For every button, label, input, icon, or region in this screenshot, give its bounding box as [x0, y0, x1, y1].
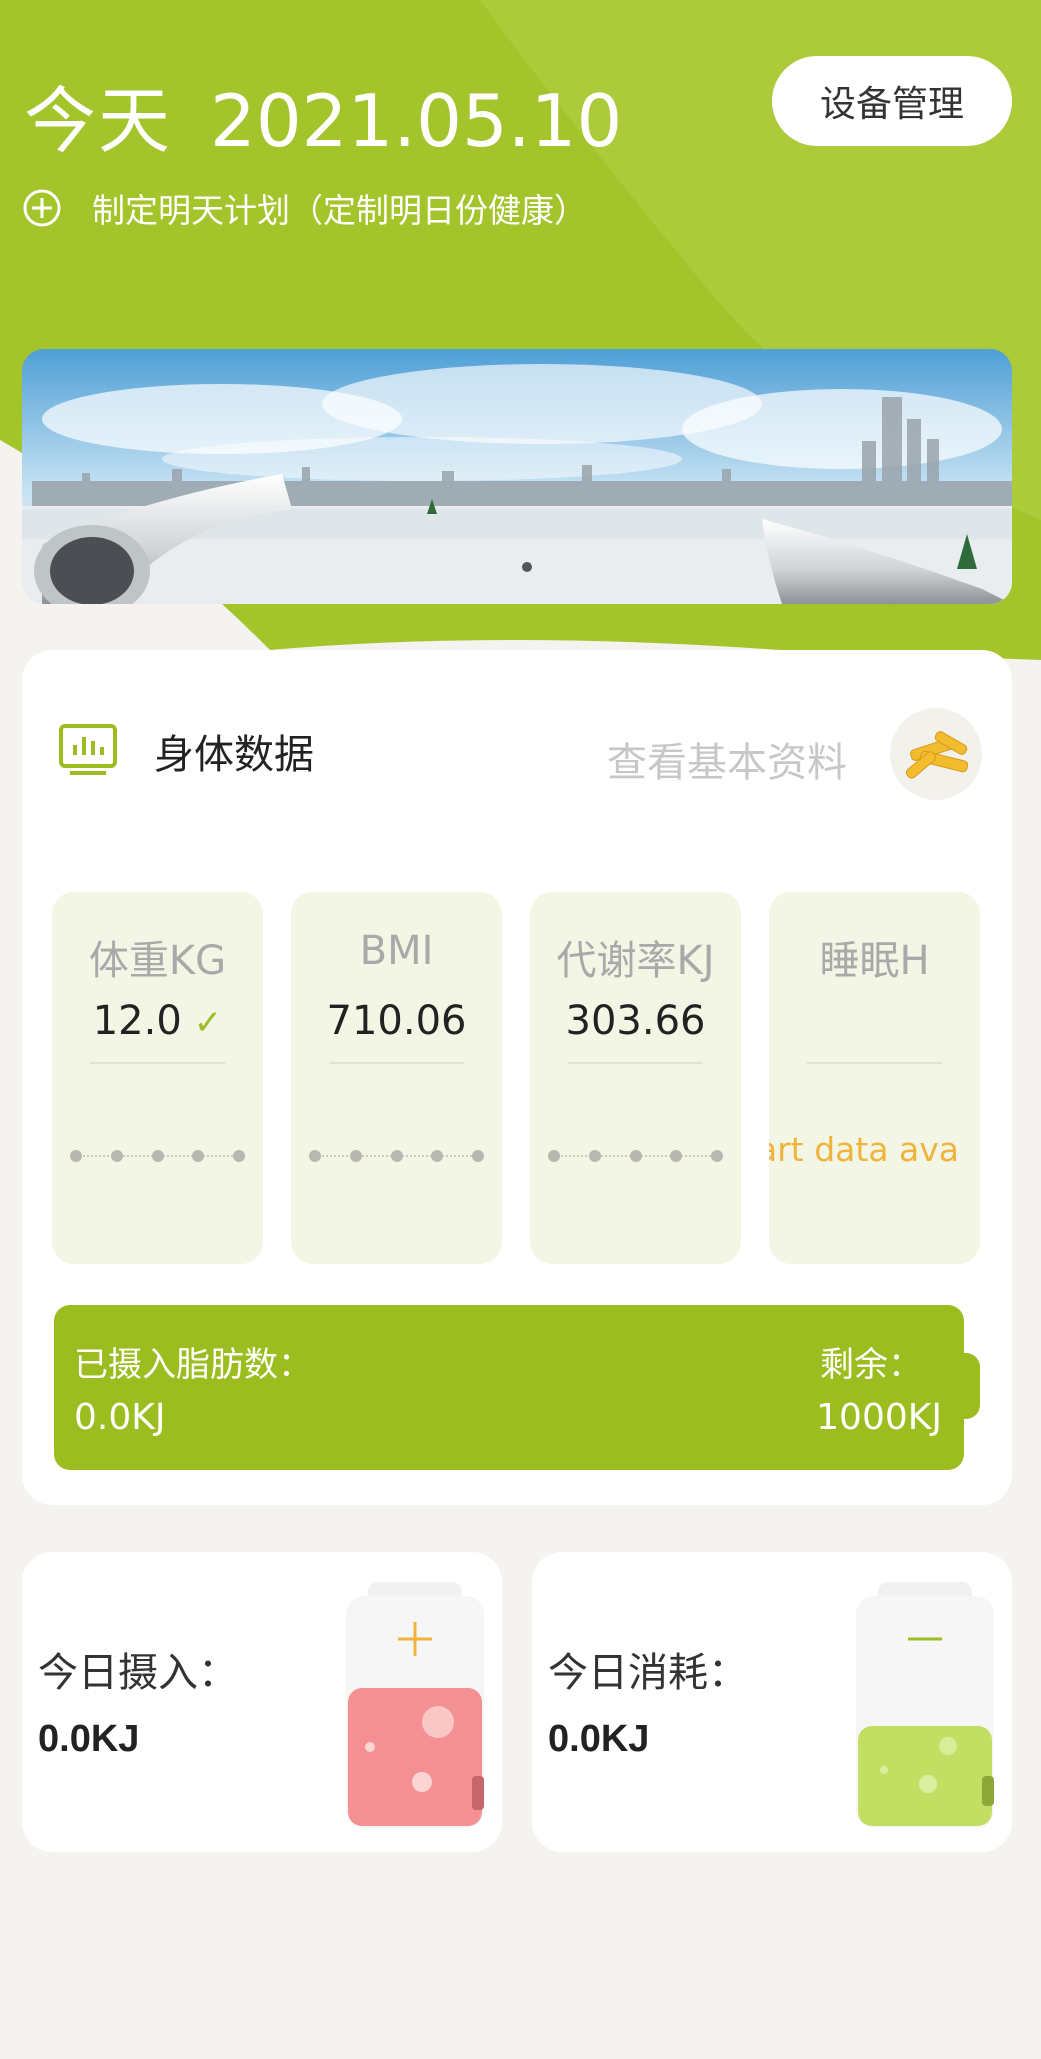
divider [90, 1062, 225, 1064]
trend-dot [233, 1150, 245, 1162]
body-data-header: 身体数据 [58, 722, 314, 780]
trend-dot [472, 1150, 484, 1162]
chart-icon [59, 724, 117, 775]
metric-label: BMI [359, 928, 434, 974]
banner-image [22, 349, 1012, 604]
metric-weight[interactable]: 体重KG 12.0 ✓ [52, 892, 263, 1264]
intake-value: 0.0KJ [38, 1718, 140, 1760]
intake-battery-icon [346, 1582, 484, 1828]
avatar-image [905, 731, 969, 779]
fat-label: 已摄入脂肪数： [74, 1345, 312, 1385]
date-header: 今天 2021.05.10 [24, 62, 622, 167]
trend-dot [70, 1150, 82, 1162]
banner-carousel[interactable] [22, 349, 1012, 604]
trend-dot [390, 1150, 403, 1162]
trend-dot [349, 1150, 362, 1162]
metric-label: 睡眠H [819, 938, 930, 984]
trend-dot [548, 1150, 560, 1162]
fat-bar-tab [952, 1353, 980, 1419]
fat-intake-bar: 已摄入脂肪数： 0.0KJ 剩余： 1000KJ [54, 1305, 980, 1470]
consume-battery-icon [856, 1582, 994, 1828]
intake-label: 今日摄入： [38, 1650, 238, 1696]
no-chart-data-text: art data ava [769, 1130, 960, 1169]
device-management-button[interactable]: 设备管理 [772, 56, 1012, 146]
fat-value: 0.0KJ [74, 1397, 166, 1438]
trend-dot [431, 1150, 444, 1162]
divider [807, 1062, 942, 1064]
metric-metabolism[interactable]: 代谢率KJ 303.66 [530, 892, 741, 1264]
metric-label: 体重KG [88, 938, 227, 984]
trend-dot [670, 1150, 683, 1162]
trend-dots [309, 1149, 484, 1163]
remain-label: 剩余： [820, 1345, 922, 1385]
trend-dots [548, 1149, 723, 1163]
today-label: 今天 [24, 79, 173, 163]
add-circle-icon [23, 189, 61, 227]
metric-value: 12.0 ✓ [52, 998, 263, 1044]
trend-dot [309, 1150, 321, 1162]
trend-dot [192, 1150, 205, 1162]
body-data-card: 身体数据 查看基本资料 体重KG 12.0 ✓ BMI 710.06 代谢率KJ… [22, 650, 1012, 1505]
trend-dot [629, 1150, 642, 1162]
view-profile-link[interactable]: 查看基本资料 [607, 730, 847, 788]
plan-tomorrow-link[interactable]: 制定明天计划（定制明日份健康） [22, 184, 587, 232]
trend-dot [110, 1150, 123, 1162]
metric-value: 303.66 [565, 998, 706, 1044]
consume-value: 0.0KJ [548, 1718, 650, 1760]
metric-sleep[interactable]: 睡眠H art data ava [769, 892, 980, 1264]
divider [568, 1062, 703, 1064]
metrics-row: 体重KG 12.0 ✓ BMI 710.06 代谢率KJ 303.66 睡眠H … [52, 892, 980, 1264]
plan-text: 制定明天计划（定制明日份健康） [92, 191, 587, 230]
app-screen: 今天 2021.05.10 设备管理 制定明天计划（定制明日份健康） 身体数据 … [0, 0, 1041, 2059]
weight-value: 12.0 [92, 998, 182, 1044]
check-icon: ✓ [193, 1003, 223, 1043]
date-text: 2021.05.10 [210, 79, 623, 163]
metric-value: 710.06 [326, 998, 467, 1044]
trend-dots [70, 1149, 245, 1163]
consume-label: 今日消耗： [548, 1650, 748, 1696]
body-data-title: 身体数据 [154, 732, 314, 778]
trend-dot [711, 1150, 723, 1162]
today-intake-card[interactable]: 今日摄入： 0.0KJ [22, 1552, 502, 1852]
divider [329, 1062, 464, 1064]
trend-dot [151, 1150, 164, 1162]
metric-bmi[interactable]: BMI 710.06 [291, 892, 502, 1264]
remain-value: 1000KJ [816, 1397, 942, 1438]
avatar[interactable] [890, 708, 982, 800]
carousel-dot[interactable] [522, 562, 532, 572]
today-consume-card[interactable]: 今日消耗： 0.0KJ [532, 1552, 1012, 1852]
metric-label: 代谢率KJ [556, 938, 715, 984]
trend-dot [588, 1150, 601, 1162]
